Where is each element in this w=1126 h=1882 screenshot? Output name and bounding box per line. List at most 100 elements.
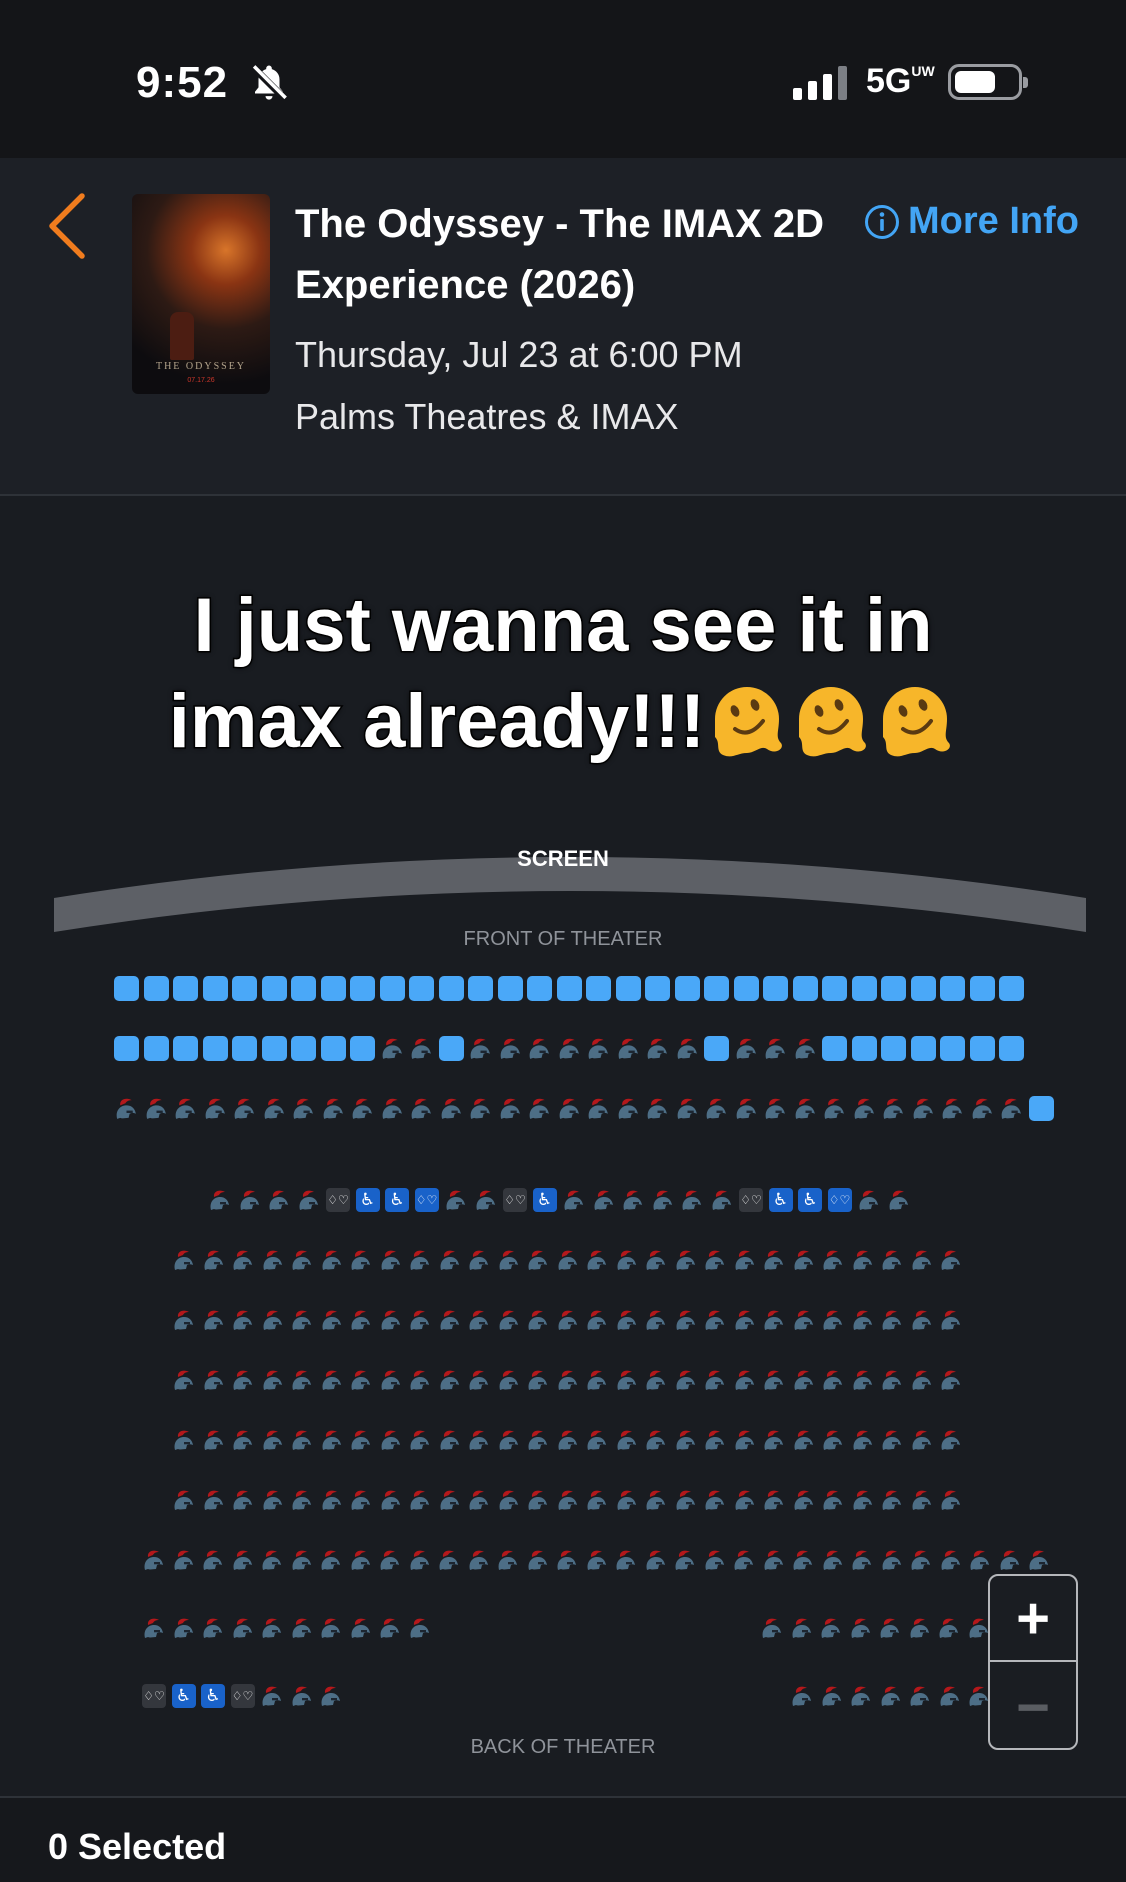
seat-companion[interactable]: ♢♡ [230, 1684, 255, 1708]
seat-available[interactable] [291, 976, 316, 1001]
seat-available[interactable] [261, 1036, 287, 1061]
seat-available[interactable] [674, 976, 700, 1001]
seat-companion[interactable]: ♢♡ [827, 1188, 852, 1212]
seat-available[interactable] [792, 976, 818, 1001]
seat-available[interactable] [586, 976, 611, 1001]
seat-available[interactable] [822, 976, 847, 1001]
seat-available[interactable] [143, 976, 169, 1001]
seat-available[interactable] [173, 1036, 198, 1061]
seat-taken [379, 1308, 403, 1332]
seat-available[interactable] [999, 1036, 1024, 1061]
seat-taken [674, 1248, 698, 1272]
seat-available[interactable] [261, 976, 287, 1001]
seat-available[interactable] [497, 976, 523, 1001]
seat-available[interactable] [202, 976, 228, 1001]
seat-available[interactable] [409, 976, 434, 1001]
seat-available[interactable] [881, 976, 906, 1001]
seat-taken [851, 1428, 875, 1452]
seat-taken [821, 1488, 845, 1512]
seat-available[interactable] [910, 976, 936, 1001]
seat-available[interactable] [556, 976, 582, 1001]
seat-available[interactable] [114, 1036, 139, 1061]
seat-available[interactable] [173, 976, 198, 1001]
seat-taken [201, 1616, 225, 1640]
seat-taken [940, 1096, 965, 1121]
seat-available[interactable] [320, 976, 346, 1001]
poster-figure [170, 312, 194, 360]
seat-taken [703, 1248, 727, 1272]
seat-taken [467, 1248, 491, 1272]
zoom-in-button[interactable]: + [990, 1576, 1076, 1662]
seat-taken [231, 1548, 255, 1572]
seat-available[interactable] [232, 1036, 257, 1061]
seat-taken [468, 1036, 493, 1061]
seat-taken [527, 1036, 552, 1061]
seat-available[interactable] [350, 976, 375, 1001]
seat-wheelchair[interactable]: ♿ [201, 1684, 225, 1708]
seat-wheelchair[interactable]: ♿ [385, 1188, 409, 1212]
seat-wheelchair[interactable]: ♿ [798, 1188, 822, 1212]
seat-available[interactable] [527, 976, 552, 1001]
seat-wheelchair[interactable]: ♿ [171, 1684, 196, 1708]
zoom-out-button[interactable]: − [990, 1664, 1076, 1750]
seat-wheelchair[interactable]: ♿ [355, 1188, 380, 1212]
seat-taken [792, 1308, 816, 1332]
seat-companion[interactable]: ♢♡ [503, 1188, 527, 1212]
seat-available[interactable] [851, 976, 877, 1001]
seat-available[interactable] [645, 976, 670, 1001]
seat-taken [615, 1368, 639, 1392]
seat-wheelchair[interactable]: ♿ [532, 1188, 557, 1212]
seat-taken [231, 1308, 255, 1332]
seat-taken [379, 1368, 403, 1392]
seat-taken [910, 1428, 934, 1452]
seat-available[interactable] [468, 976, 493, 1001]
seat-taken [562, 1188, 586, 1212]
seat-taken [793, 1036, 818, 1061]
seat-available[interactable] [114, 976, 139, 1001]
seat-taken [614, 1548, 638, 1572]
seat-available[interactable] [350, 1036, 375, 1061]
chevron-left-icon[interactable] [44, 190, 90, 262]
seat-companion[interactable]: ♢♡ [142, 1684, 166, 1708]
seat-available[interactable] [940, 976, 965, 1001]
seat-available[interactable] [202, 1036, 228, 1061]
seat-taken [703, 1548, 727, 1572]
melting-face-icon [705, 679, 789, 761]
seat-taken [439, 1096, 464, 1121]
seat-available[interactable] [143, 1036, 169, 1061]
seat-taken [673, 1548, 697, 1572]
seat-available[interactable] [379, 976, 405, 1001]
seat-taken [260, 1548, 284, 1572]
more-info-button[interactable]: More Info [864, 200, 1079, 243]
seat-available[interactable] [320, 1036, 346, 1061]
seat-available[interactable] [969, 1036, 995, 1061]
seat-available[interactable] [615, 976, 641, 1001]
caption-line-1: I just wanna see it in [192, 582, 934, 670]
seat-available[interactable] [704, 1036, 729, 1061]
seat-taken [262, 1096, 287, 1121]
seat-available[interactable] [910, 1036, 936, 1061]
seat-available[interactable] [232, 976, 257, 1001]
seat-taken [526, 1488, 550, 1512]
seat-available[interactable] [999, 976, 1024, 1001]
seat-companion[interactable]: ♢♡ [414, 1188, 439, 1212]
seat-companion[interactable]: ♢♡ [326, 1188, 350, 1212]
seat-available[interactable] [881, 1036, 906, 1061]
seat-available[interactable] [704, 976, 729, 1001]
seat-available[interactable] [291, 1036, 316, 1061]
seat-available[interactable] [940, 1036, 965, 1061]
seat-taken [142, 1548, 166, 1572]
seat-companion[interactable]: ♢♡ [739, 1188, 763, 1212]
seat-taken [651, 1188, 675, 1212]
seat-available[interactable] [851, 1036, 877, 1061]
seat-available[interactable] [1028, 1096, 1054, 1121]
seat-available[interactable] [763, 976, 788, 1001]
seat-available[interactable] [822, 1036, 847, 1061]
seat-taken [821, 1248, 845, 1272]
seat-available[interactable] [733, 976, 759, 1001]
seat-available[interactable] [438, 976, 464, 1001]
seat-available[interactable] [969, 976, 995, 1001]
seat-taken [999, 1096, 1024, 1121]
seat-available[interactable] [438, 1036, 464, 1061]
seat-wheelchair[interactable]: ♿ [768, 1188, 793, 1212]
